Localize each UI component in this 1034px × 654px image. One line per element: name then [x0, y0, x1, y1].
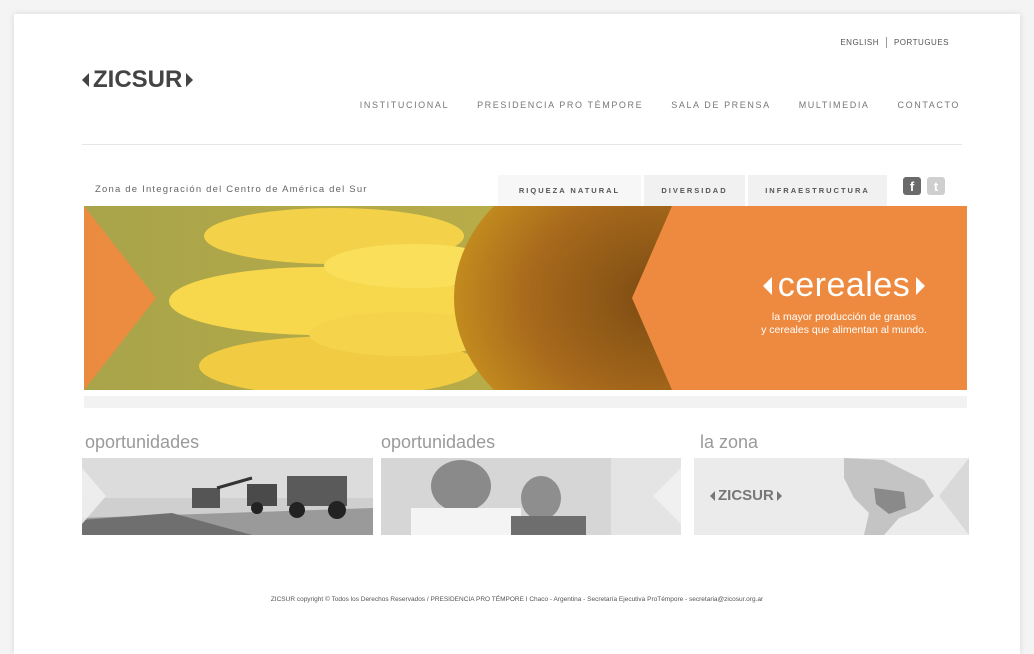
banner-subtitle-line1: la mayor producción de granos — [771, 311, 917, 323]
tab-infraestructura[interactable]: INFRAESTRUCTURA — [748, 175, 887, 206]
social-links: f t — [903, 177, 945, 195]
banner-title: cereales — [724, 266, 964, 305]
map-logo-text: ZICSUR — [718, 487, 774, 504]
banner-caption: cereales la mayor producción de granos y… — [724, 266, 964, 337]
main-nav: INSTITUCIONAL PRESIDENCIA PRO TÉMPORE SA… — [332, 100, 960, 110]
banner-left-arrow-icon[interactable] — [84, 206, 156, 390]
divider — [885, 37, 887, 48]
footer-copyright: ZICSUR copyright © Todos los Derechos Re… — [270, 596, 764, 603]
logo-left-arrow-icon — [82, 73, 89, 87]
banner-subtitle-line2: y cereales que alimentan al mundo. — [761, 324, 927, 336]
twitter-icon[interactable]: t — [927, 177, 945, 195]
title-right-arrow-icon — [916, 276, 926, 295]
section-title-la-zona: la zona — [700, 432, 759, 452]
logo-right-arrow-icon — [186, 73, 194, 87]
map-logo-right-arrow-icon — [776, 490, 782, 501]
nav-sala-de-prensa[interactable]: SALA DE PRENSA — [671, 100, 770, 110]
people-image — [381, 458, 681, 535]
thumbnail-map[interactable]: ZICSUR — [694, 458, 969, 535]
nav-multimedia[interactable]: MULTIMEDIA — [799, 100, 870, 110]
tagline: Zona de Integración del Centro de Améric… — [95, 184, 368, 195]
hero-banner[interactable]: cereales la mayor producción de granos y… — [84, 206, 967, 390]
title-left-arrow-icon — [762, 276, 772, 295]
lang-portugues-link[interactable]: PORTUGUES — [894, 38, 949, 47]
thumbnail-people[interactable] — [381, 458, 681, 535]
nav-presidencia[interactable]: PRESIDENCIA PRO TÉMPORE — [477, 100, 643, 110]
section-title-oportunidades-2: oportunidades — [381, 432, 496, 452]
banner-notch — [632, 206, 672, 390]
banner-shadow-bar — [84, 396, 967, 408]
map-logo-left-arrow-icon — [710, 490, 715, 501]
banner-title-text: cereales — [777, 266, 911, 304]
lang-english-link[interactable]: ENGLISH — [840, 38, 879, 47]
facebook-icon[interactable]: f — [903, 177, 921, 195]
section-title-oportunidades-1: oportunidades — [85, 432, 200, 452]
nav-contacto[interactable]: CONTACTO — [898, 100, 960, 110]
thumbnail-harvest[interactable] — [82, 458, 373, 535]
site-logo[interactable]: ZICSUR — [82, 66, 194, 94]
harvest-image — [82, 458, 373, 535]
logo-text: ZICSUR — [93, 66, 183, 93]
nav-institucional[interactable]: INSTITUCIONAL — [360, 100, 449, 110]
banner-subtitle: la mayor producción de granos y cereales… — [724, 311, 964, 337]
category-tabs: RIQUEZA NATURAL DIVERSIDAD INFRAESTRUCTU… — [498, 175, 890, 206]
header-divider — [82, 144, 962, 145]
tab-riqueza-natural[interactable]: RIQUEZA NATURAL — [498, 175, 641, 206]
tab-diversidad[interactable]: DIVERSIDAD — [644, 175, 745, 206]
language-switch: ENGLISH PORTUGUES — [840, 37, 949, 48]
map-logo: ZICSUR — [710, 487, 782, 504]
